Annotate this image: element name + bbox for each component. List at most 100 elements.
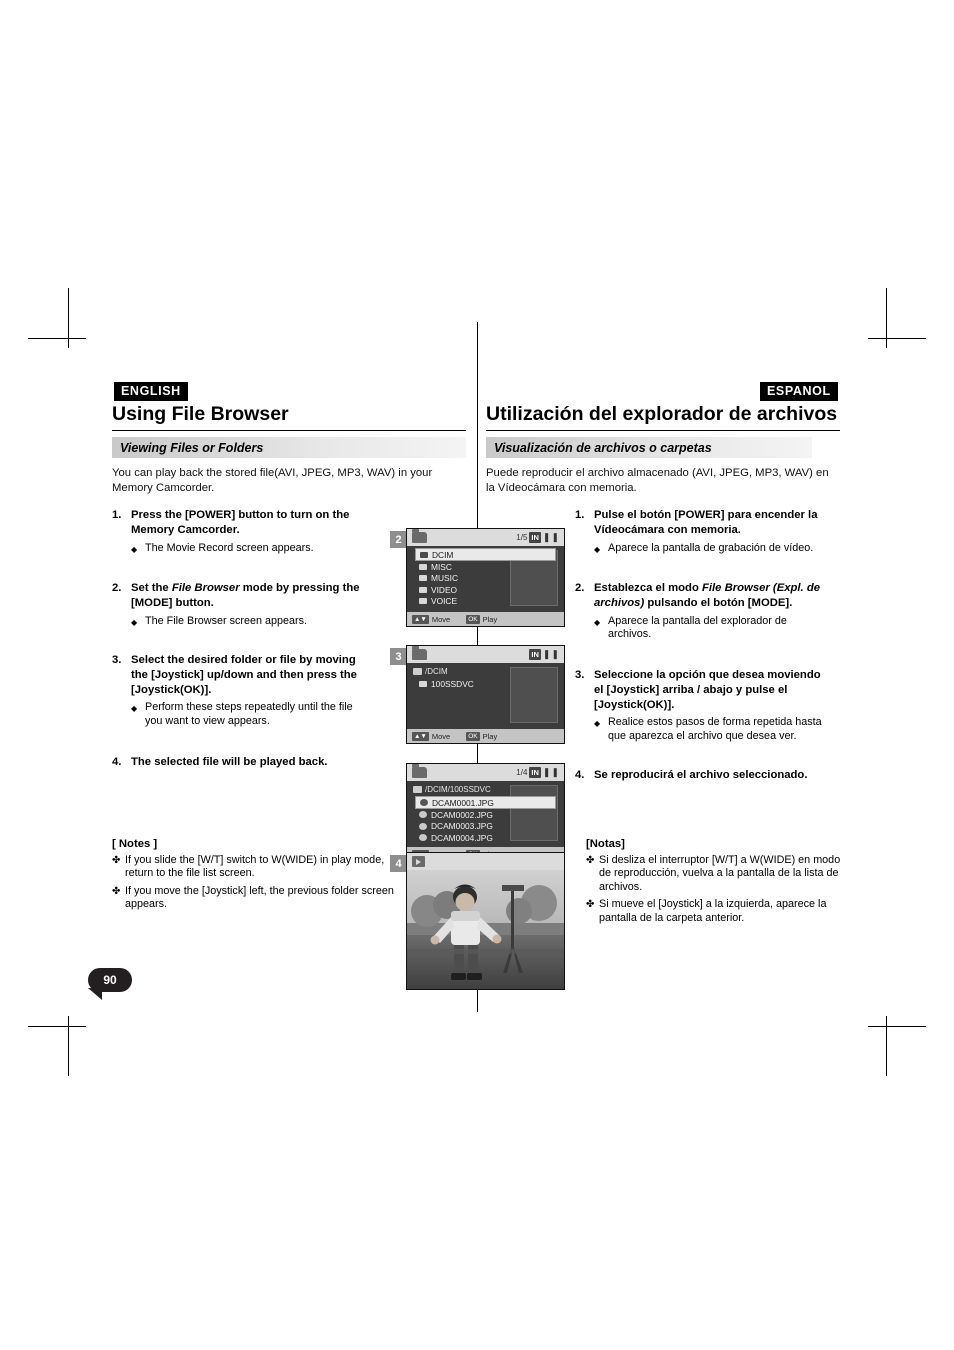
file-counter: 1/4	[516, 768, 528, 777]
list-item[interactable]: DCAM0002.JPG	[415, 809, 556, 821]
list-item[interactable]: MISC	[415, 561, 556, 573]
lcd-body: DCIM MISC MUSIC VIDEO VOICE	[407, 546, 564, 612]
bullet-text: Realice estos pasos de forma repetida ha…	[608, 716, 822, 742]
folder-icon	[420, 551, 428, 558]
crop-mark	[68, 288, 69, 348]
diamond-bullet-icon: ◆	[131, 544, 138, 554]
step-3-spanish: 3. Seleccione la opción que desea movien…	[575, 668, 833, 744]
step-number: 3.	[575, 669, 585, 681]
lcd-body: /DCIM/100SSDVC DCAM0001.JPG DCAM0002.JPG…	[407, 781, 564, 847]
folder-icon	[419, 563, 427, 570]
page-title-english: Using File Browser	[112, 403, 289, 425]
step-text: Set the File Browser mode by pressing th…	[131, 581, 370, 611]
notes-heading: [Notas]	[586, 838, 625, 850]
step-text-emphasis: File Browser	[171, 582, 240, 594]
step-marker-4: 4	[390, 855, 407, 872]
note-text: Si desliza el interruptor [W/T] a W(WIDE…	[599, 854, 841, 893]
move-button[interactable]: ▲▼Move	[412, 614, 451, 624]
list-item[interactable]: DCAM0004.JPG	[415, 832, 556, 844]
note-item: ✤ If you slide the [W/T] switch to W(WID…	[112, 854, 397, 881]
internal-memory-badge: IN	[529, 767, 541, 778]
step-bullet: ◆ The File Browser screen appears.	[131, 615, 370, 629]
step-number: 4.	[575, 769, 585, 781]
play-label: Play	[482, 731, 498, 741]
list-item-label: DCAM0001.JPG	[432, 797, 494, 808]
lcd-screen-folder-list: 1/5 IN ❚❚ DCIM MISC MUSIC VIDEO VOICE ▲▼…	[406, 528, 565, 627]
lcd-bottom-bar: ▲▼Move OKPlay	[407, 729, 564, 743]
list-item-label: MISC	[431, 561, 452, 572]
diamond-bullet-icon: ◆	[131, 704, 138, 714]
list-item[interactable]: DCAM0003.JPG	[415, 821, 556, 833]
dpad-icon: ▲▼	[412, 614, 429, 624]
notes-spanish: [Notas] ✤ Si desliza el interruptor [W/T…	[586, 838, 851, 925]
bullet-text: Perform these steps repeatedly until the…	[145, 701, 353, 727]
lcd-screen-photo-playback	[406, 852, 565, 990]
lcd-bottom-bar: ▲▼Move OKPlay	[407, 612, 564, 626]
move-label: Move	[431, 614, 451, 624]
note-item: ✤ Si desliza el interruptor [W/T] a W(WI…	[586, 854, 851, 894]
list-item-label: DCAM0004.JPG	[431, 832, 493, 843]
jpeg-file-icon	[419, 834, 427, 842]
folder-list: DCIM MISC MUSIC VIDEO VOICE	[415, 548, 556, 607]
bullet-text: The Movie Record screen appears.	[145, 541, 314, 554]
folder-icon	[412, 529, 427, 543]
step-text: Seleccione la opción que desea moviendo …	[594, 669, 821, 711]
bullet-text: Aparece la pantalla del explorador de ar…	[608, 614, 787, 641]
step-2-english: 2. Set the File Browser mode by pressing…	[112, 581, 370, 628]
list-item-label: DCIM	[432, 549, 454, 560]
lcd-screen-subfolder-list: IN ❚❚ /DCIM 100SSDVC ▲▼ Move OK Play	[406, 645, 565, 744]
step-marker-2: 2	[390, 531, 407, 548]
move-button[interactable]: ▲▼Move	[412, 731, 451, 741]
background-shade	[510, 667, 558, 723]
play-button[interactable]: OKPlay	[466, 731, 498, 741]
play-button[interactable]: OKPlay	[466, 614, 497, 624]
folder-icon	[419, 575, 427, 582]
note-text: Si mueve el [Joystick] a la izquierda, a…	[599, 898, 827, 924]
list-item[interactable]: VOICE	[415, 596, 556, 608]
folder-icon	[419, 586, 427, 593]
list-item-label: DCAM0003.JPG	[431, 821, 493, 832]
list-item-label: DCAM0002.JPG	[431, 809, 493, 820]
step-number: 1.	[112, 509, 122, 521]
jpeg-file-icon	[420, 799, 428, 806]
step-text: Press the [POWER] button to turn on the …	[131, 509, 350, 536]
list-item[interactable]: VIDEO	[415, 584, 556, 596]
step-text: The selected file will be played back.	[131, 756, 328, 768]
folder-icon	[419, 680, 427, 687]
step-3-english: 3. Select the desired folder or file by …	[112, 653, 370, 729]
list-item[interactable]: MUSIC	[415, 573, 556, 585]
step-1-english: 1. Press the [POWER] button to turn on t…	[112, 508, 367, 555]
list-item[interactable]: DCAM0001.JPG	[415, 796, 556, 809]
bullet-text: Aparece la pantalla de grabación de víde…	[608, 541, 814, 554]
internal-memory-badge: IN	[529, 532, 541, 543]
folder-list: 100SSDVC	[415, 678, 556, 690]
file-counter: 1/5	[516, 533, 528, 542]
notes-heading: [ Notes ]	[112, 838, 158, 850]
step-bullet: ◆ Aparece la pantalla de grabación de ví…	[594, 542, 830, 556]
lcd-top-bar: IN ❚❚	[407, 646, 564, 663]
folder-icon	[412, 764, 427, 778]
lcd-top-bar: 1/4 IN ❚❚	[407, 764, 564, 781]
list-item-label: VOICE	[431, 596, 458, 607]
file-list: DCAM0001.JPG DCAM0002.JPG DCAM0003.JPG D…	[415, 796, 556, 844]
crop-mark	[886, 288, 887, 348]
list-item[interactable]: 100SSDVC	[415, 678, 556, 690]
section-title-english: Viewing Files or Folders	[120, 440, 264, 455]
crop-mark	[68, 1016, 69, 1076]
note-item: ✤ Si mueve el [Joystick] a la izquierda,…	[586, 898, 851, 925]
diamond-bullet-icon: ◆	[594, 719, 601, 729]
section-bar-english: Viewing Files or Folders	[112, 437, 466, 458]
list-item[interactable]: DCIM	[415, 548, 556, 561]
step-1-spanish: 1. Pulse el botón [POWER] para encender …	[575, 508, 830, 555]
bullet-text: The File Browser screen appears.	[145, 614, 308, 627]
diamond-bullet-icon: ◆	[594, 617, 601, 627]
step-bullet: ◆ The Movie Record screen appears.	[131, 542, 367, 556]
section-title-spanish: Visualización de archivos o carpetas	[494, 440, 712, 455]
list-item-label: VIDEO	[431, 584, 458, 595]
move-label: Move	[431, 731, 451, 741]
step-number: 1.	[575, 509, 585, 521]
note-bullet-icon: ✤	[112, 885, 121, 897]
page-title-spanish: Utilización del explorador de archivos	[486, 403, 838, 425]
internal-memory-badge: IN	[529, 649, 541, 660]
crop-mark	[886, 1016, 887, 1076]
